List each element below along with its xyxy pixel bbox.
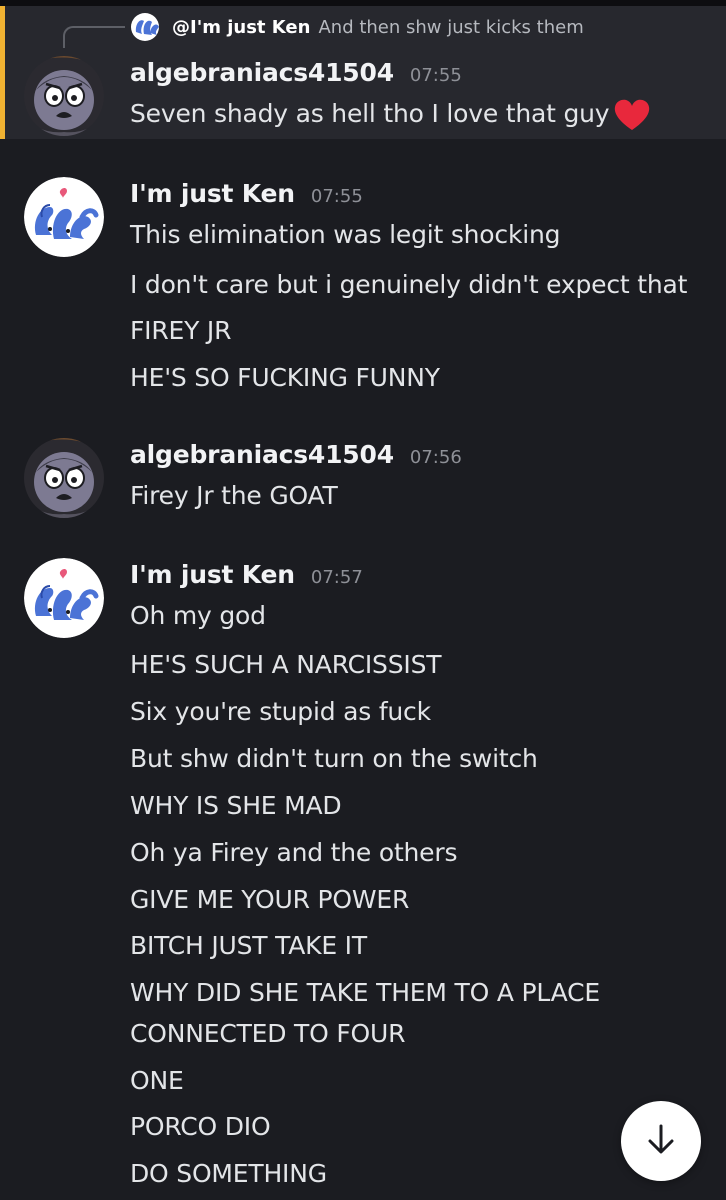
message-line[interactable]: Six you're stupid as fuck <box>130 693 431 731</box>
timestamp: 07:56 <box>409 447 462 468</box>
username[interactable]: I'm just Ken <box>130 179 295 208</box>
message-line[interactable]: ONE <box>130 1062 184 1100</box>
message-line[interactable]: Firey Jr the GOAT <box>130 477 338 515</box>
timestamp: 07:55 <box>409 65 462 86</box>
message-line[interactable]: But shw didn't turn on the switch <box>130 740 538 778</box>
message-line[interactable]: WHY DID SHE TAKE THEM TO A PLACE <box>130 974 600 1012</box>
avatar-algebraniacs[interactable] <box>24 56 104 136</box>
message-line[interactable]: BITCH JUST TAKE IT <box>130 927 367 965</box>
username[interactable]: algebraniacs41504 <box>130 58 394 87</box>
message-line[interactable]: Seven shady as hell tho I love that guy <box>130 95 651 133</box>
message-line[interactable]: FIREY JR <box>130 312 231 350</box>
message-header: algebraniacs41504 07:56 <box>130 440 462 476</box>
username[interactable]: algebraniacs41504 <box>130 440 394 469</box>
avatar-ken[interactable] <box>24 177 104 257</box>
reply-mention[interactable]: @I'm just Ken <box>172 17 310 38</box>
red-heart-icon <box>613 98 651 132</box>
message-header: I'm just Ken 07:55 <box>130 179 363 215</box>
message-line[interactable]: Oh my god <box>130 597 266 635</box>
message-line[interactable]: GIVE ME YOUR POWER <box>130 881 409 919</box>
message-line[interactable]: This elimination was legit shocking <box>130 216 560 254</box>
message-line[interactable]: HE'S SUCH A NARCISSIST <box>130 646 442 684</box>
message-line[interactable]: DO SOMETHING <box>130 1155 327 1193</box>
message-line[interactable]: PORCO DIO <box>130 1108 271 1146</box>
message-line[interactable]: Oh ya Firey and the others <box>130 834 457 872</box>
avatar-algebraniacs[interactable] <box>24 438 104 518</box>
message-line[interactable]: HE'S SO FUCKING FUNNY <box>130 359 440 397</box>
reply-preview[interactable]: And then shw just kicks them <box>318 17 583 38</box>
message-header: algebraniacs41504 07:55 <box>130 58 462 94</box>
jump-to-bottom-button[interactable] <box>621 1101 701 1181</box>
timestamp: 07:55 <box>310 186 363 207</box>
avatar-ken[interactable] <box>24 558 104 638</box>
timestamp: 07:57 <box>310 567 363 588</box>
reply-connector <box>63 26 125 48</box>
reply-reference[interactable]: @I'm just Ken And then shw just kicks th… <box>130 12 584 42</box>
message-header: I'm just Ken 07:57 <box>130 560 363 596</box>
reply-avatar <box>130 12 164 42</box>
message-line[interactable]: CONNECTED TO FOUR <box>130 1015 405 1053</box>
arrow-down-icon <box>643 1121 679 1161</box>
message-line[interactable]: I don't care but i genuinely didn't expe… <box>130 266 687 304</box>
username[interactable]: I'm just Ken <box>130 560 295 589</box>
message-line[interactable]: WHY IS SHE MAD <box>130 787 342 825</box>
